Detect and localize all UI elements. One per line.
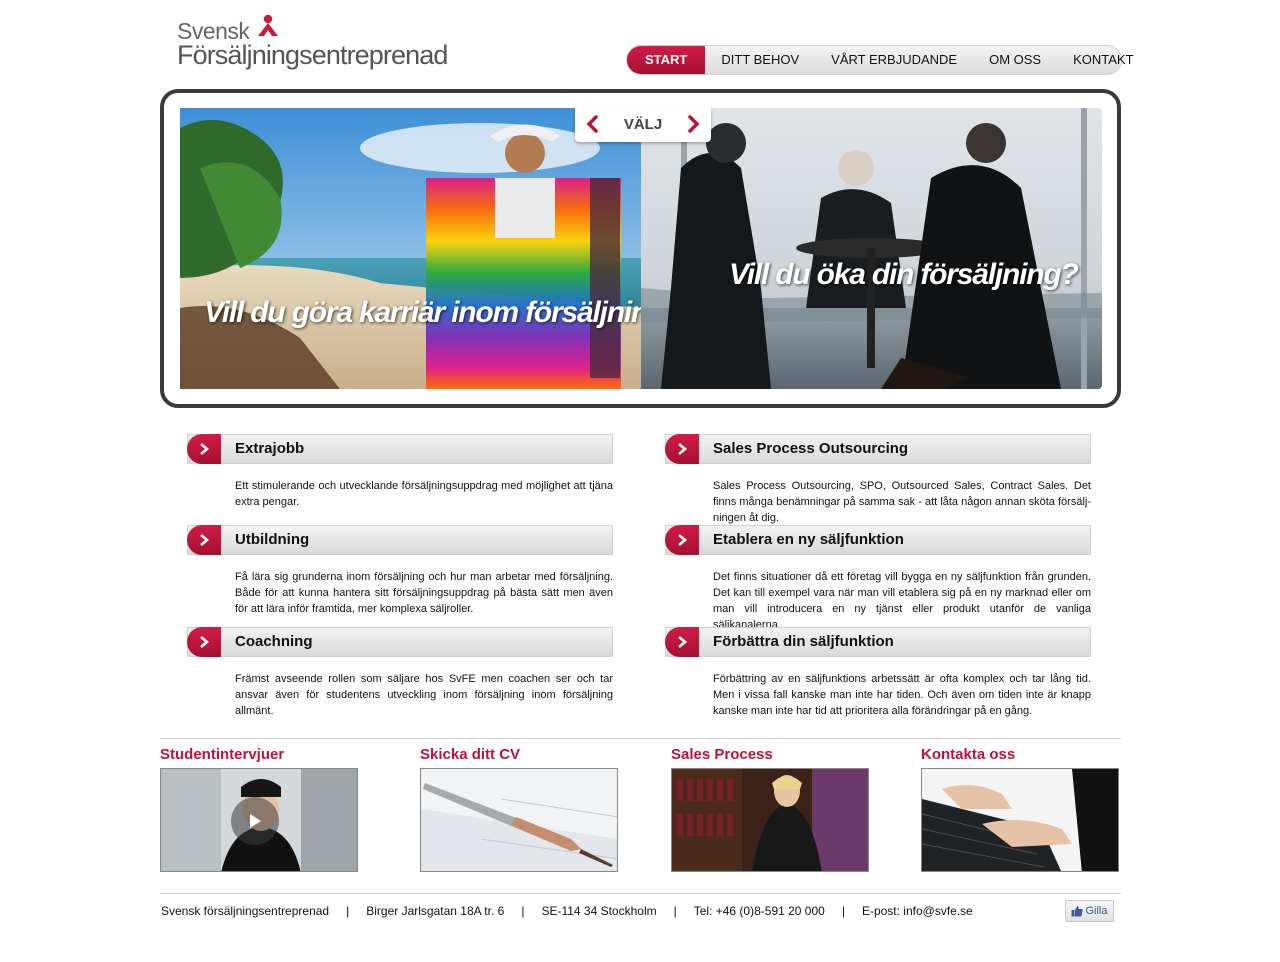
logo-text-line2: Försäljningsentreprenad xyxy=(177,40,448,70)
person-logo-icon xyxy=(258,14,278,36)
thumbs-up-icon xyxy=(1071,906,1084,917)
footer: Svensk försäljningsentreprenad | Birger … xyxy=(161,904,973,918)
service-utbildning: Utbildning Få lära sig grunderna inom fö… xyxy=(187,525,613,617)
service-header[interactable]: Coachning xyxy=(187,627,613,657)
footer-separator: | xyxy=(521,904,525,918)
hero-slider: Vill du göra karriär inom försäljning? V… xyxy=(160,89,1121,408)
facebook-like-button[interactable]: Gilla xyxy=(1065,900,1114,922)
service-title: Extrajobb xyxy=(235,440,305,457)
service-header[interactable]: Sales Process Outsourcing xyxy=(665,434,1091,464)
service-title: Etablera en ny säljfunktion xyxy=(713,531,904,548)
service-description: Det finns situationer då ett företag vil… xyxy=(713,571,1091,631)
box-sales-process[interactable]: Sales Process xyxy=(671,746,869,872)
box-title: Studentintervjuer xyxy=(160,746,285,763)
box-skicka-cv[interactable]: Skicka ditt CV xyxy=(420,746,618,872)
prev-slide-button[interactable] xyxy=(583,113,601,135)
business-meeting-image xyxy=(641,108,1102,389)
nav-item-om-oss[interactable]: OM OSS xyxy=(973,46,1057,74)
service-forbattra: Förbättra din säljfunktion Förbättring a… xyxy=(665,627,1091,719)
wine-shop-image xyxy=(672,769,868,871)
cv-thumbnail[interactable] xyxy=(420,768,618,872)
main-nav: START DITT BEHOV VÅRT ERBJUDANDE OM OSS … xyxy=(626,45,1134,75)
box-studentintervjuer[interactable]: Studentintervjuer xyxy=(160,746,358,872)
service-description: Främst avseende rollen som säljare hos S… xyxy=(235,673,613,717)
logo[interactable]: Svensk Försäljningsentreprenad xyxy=(177,14,448,74)
divider xyxy=(160,738,1121,739)
chevron-right-icon xyxy=(688,115,700,133)
slide-career[interactable]: Vill du göra karriär inom försäljning? xyxy=(180,108,641,389)
service-header[interactable]: Extrajobb xyxy=(187,434,613,464)
slide-sales[interactable]: Vill du öka din försäljning? xyxy=(641,108,1102,389)
slide-left-caption: Vill du göra karriär inom försäljning? xyxy=(204,296,641,329)
footer-separator: | xyxy=(346,904,350,918)
chevron-right-icon xyxy=(187,525,221,555)
footer-phone: Tel: +46 (0)8-591 20 000 xyxy=(693,904,825,918)
service-title: Coachning xyxy=(235,633,313,650)
slide-right-caption: Vill du öka din försäljning? xyxy=(729,258,1079,291)
footer-postal: SE-114 34 Stockholm xyxy=(541,904,657,918)
footer-separator: | xyxy=(841,904,845,918)
contact-thumbnail[interactable] xyxy=(921,768,1119,872)
chevron-right-icon xyxy=(665,434,699,464)
service-extrajobb: Extrajobb Ett stimulerande och utvecklan… xyxy=(187,434,613,510)
service-description: Få lära sig grunderna inom försäljning o… xyxy=(235,571,613,615)
box-title: Skicka ditt CV xyxy=(420,746,521,763)
box-title: Kontakta oss xyxy=(921,746,1016,763)
service-description: Sales Process Outsourcing, SPO, Outsourc… xyxy=(713,480,1091,524)
student-video-thumbnail[interactable] xyxy=(160,768,358,872)
nav-item-ditt-behov[interactable]: DITT BEHOV xyxy=(705,46,815,74)
service-header[interactable]: Etablera en ny säljfunktion xyxy=(665,525,1091,555)
service-title: Sales Process Outsourcing xyxy=(713,440,909,457)
pen-image xyxy=(421,769,617,871)
nav-item-vart-erbjudande[interactable]: VÅRT ERBJUDANDE xyxy=(815,46,973,74)
footer-address: Birger Jarlsgatan 18A tr. 6 xyxy=(366,904,505,918)
service-title: Utbildning xyxy=(235,531,310,548)
nav-item-start[interactable]: START xyxy=(627,46,706,74)
service-sales-process-outsourcing: Sales Process Outsourcing Sales Process … xyxy=(665,434,1091,526)
play-icon[interactable] xyxy=(231,797,279,845)
service-title: Förbättra din säljfunktion xyxy=(713,633,894,650)
chevron-right-icon xyxy=(187,434,221,464)
service-header[interactable]: Utbildning xyxy=(187,525,613,555)
laptop-hands-image xyxy=(922,769,1118,871)
beach-vendor-image xyxy=(180,108,641,389)
slide-selector: VÄLJ xyxy=(575,106,711,142)
sales-process-thumbnail[interactable] xyxy=(671,768,869,872)
box-kontakta-oss[interactable]: Kontakta oss xyxy=(921,746,1119,872)
footer-email[interactable]: E-post: info@svfe.se xyxy=(862,904,973,918)
footer-separator: | xyxy=(673,904,677,918)
chevron-right-icon xyxy=(187,627,221,657)
service-description: Ett stimulerande och utvecklande försälj… xyxy=(235,480,613,508)
chevron-right-icon xyxy=(665,525,699,555)
like-label: Gilla xyxy=(1085,905,1108,917)
next-slide-button[interactable] xyxy=(685,113,703,135)
service-coachning: Coachning Främst avseende rollen som säl… xyxy=(187,627,613,719)
service-header[interactable]: Förbättra din säljfunktion xyxy=(665,627,1091,657)
chevron-left-icon xyxy=(586,115,598,133)
chevron-right-icon xyxy=(665,627,699,657)
box-title: Sales Process xyxy=(671,746,773,763)
service-etablera: Etablera en ny säljfunktion Det finns si… xyxy=(665,525,1091,633)
footer-divider xyxy=(160,893,1121,894)
footer-company: Svensk försäljningsentreprenad xyxy=(161,904,330,918)
slide-selector-label: VÄLJ xyxy=(623,115,663,133)
service-description: Förbättring av en säljfunktions arbetssä… xyxy=(713,673,1091,717)
nav-item-kontakt[interactable]: KONTAKT xyxy=(1057,46,1149,74)
